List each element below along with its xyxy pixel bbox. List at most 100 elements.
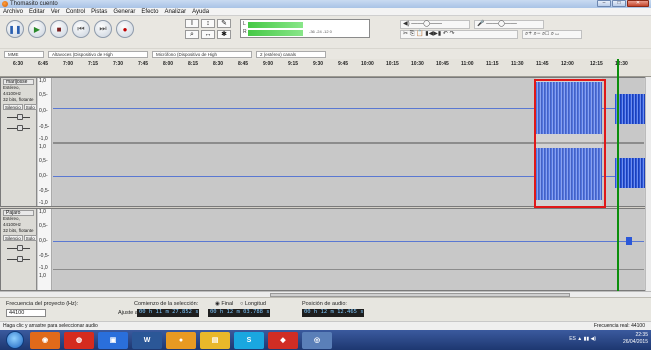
- start-button[interactable]: [6, 331, 24, 349]
- menu-control[interactable]: Control: [66, 9, 85, 15]
- mute-button[interactable]: Silencio: [3, 104, 23, 110]
- skip-to-end-button[interactable]: ⏭: [94, 20, 112, 38]
- menu-pistas[interactable]: Pistas: [91, 9, 107, 15]
- gain-slider-thumb[interactable]: [17, 245, 23, 251]
- ruler-tick: 12:00: [561, 61, 574, 67]
- record-button[interactable]: ●: [116, 20, 134, 38]
- output-device-select[interactable]: Altavoces (Dispositivo de High: [48, 50, 148, 58]
- ruler-tick: 11:15: [486, 61, 499, 67]
- tray-icons[interactable]: ES ▲ ▮▮ ◀): [569, 336, 596, 342]
- ruler-tick: 8:00: [163, 61, 174, 67]
- language-indicator[interactable]: ES: [569, 336, 576, 342]
- meter-right-bar: [248, 30, 303, 36]
- volume-and-edit-toolbar: ◀) ——◯—— 🎤 ——◯—— ✂ ⎘ 📋 ▮◀▶▮ ↶ ↷ ⌕+ ⌕− ⌕□…: [400, 19, 630, 39]
- pan-slider[interactable]: [3, 124, 34, 132]
- level-meter[interactable]: L R -36 -24 -12 0: [240, 19, 370, 38]
- menu-ayuda[interactable]: Ayuda: [192, 9, 209, 15]
- minimize-button[interactable]: –: [597, 0, 611, 7]
- audio-position-time[interactable]: 00 h 12 m 12.465 s: [302, 309, 364, 317]
- chrome-taskbar-icon[interactable]: ●: [166, 331, 196, 349]
- zoom-buttons[interactable]: ⌕+ ⌕− ⌕□ ⌕↔: [522, 30, 582, 39]
- record-volume-slider[interactable]: 🎤 ——◯——: [474, 20, 544, 29]
- gain-slider-thumb[interactable]: [17, 114, 23, 120]
- play-button[interactable]: ▶: [28, 20, 46, 38]
- final-radio[interactable]: ◉ Final: [215, 301, 233, 307]
- length-radio[interactable]: ○ Longitud: [240, 301, 266, 307]
- system-clock[interactable]: 22:35 26/04/2015: [623, 332, 648, 346]
- audio-track-2[interactable]: Pajaro Estéreo, 44100Hz 32 bits, flotant…: [0, 208, 651, 291]
- selection-tool[interactable]: I: [185, 19, 199, 28]
- real-rate: Frecuencia real: 44100: [593, 323, 645, 329]
- menu-editar[interactable]: Editar: [29, 9, 45, 15]
- scale-label: 0,5-: [39, 92, 48, 98]
- waveform-area[interactable]: [53, 209, 644, 290]
- mute-button[interactable]: Silencio: [3, 235, 23, 241]
- playhead-cursor[interactable]: [617, 59, 619, 301]
- selection-start-time[interactable]: 00 h 11 m 27.852 s: [137, 309, 199, 317]
- stop-button[interactable]: ■: [50, 20, 68, 38]
- timeline-ruler[interactable]: 6:30 6:45 7:00 7:15 7:30 7:45 8:00 8:15 …: [0, 59, 651, 77]
- maximize-button[interactable]: □: [612, 0, 626, 7]
- scale-label: 0,0-: [39, 108, 48, 114]
- audio-position-label: Posición de audio:: [302, 301, 347, 307]
- scale-label: -0,5-: [39, 124, 50, 130]
- centerline: [53, 241, 644, 242]
- pan-slider[interactable]: [3, 255, 34, 263]
- envelope-tool[interactable]: ↕: [201, 19, 215, 28]
- track-bits: 32 bits, flotante: [3, 228, 34, 233]
- close-button[interactable]: ✕: [627, 0, 649, 7]
- pan-slider-thumb[interactable]: [17, 256, 23, 262]
- window-title: Thomasito cuento: [10, 1, 58, 7]
- edit-buttons[interactable]: ✂ ⎘ 📋 ▮◀▶▮ ↶ ↷: [400, 30, 518, 39]
- explorer-taskbar-icon[interactable]: ▣: [98, 331, 128, 349]
- selection-marker: [534, 79, 606, 208]
- amplitude-scale: 1,0 0,5- 0,0- -0,5- -1,0 1,0 0,5- 0,0- -…: [38, 78, 52, 206]
- playback-volume-slider[interactable]: ◀) ——◯——: [400, 20, 470, 29]
- word-taskbar-icon[interactable]: W: [132, 331, 162, 349]
- ruler-tick: 6:30: [13, 61, 24, 67]
- vertical-scrollbar[interactable]: [645, 77, 651, 301]
- app-taskbar-icon[interactable]: ◎: [302, 331, 332, 349]
- track-control-panel: Pajaro Estéreo, 44100Hz 32 bits, flotant…: [1, 209, 37, 290]
- selection-end-time[interactable]: 00 h 12 m 03.788 s: [208, 309, 270, 317]
- status-hint: Haga clic y arrastre para seleccionar au…: [3, 323, 98, 329]
- solo-button[interactable]: Solo: [23, 235, 37, 241]
- input-device-select[interactable]: Micrófono (Dispositivo de High: [152, 50, 252, 58]
- menu-archivo[interactable]: Archivo: [3, 9, 23, 15]
- solo-button[interactable]: Solo: [23, 104, 37, 110]
- input-channels-select[interactable]: 2 (estéreo) canals: [256, 50, 326, 58]
- track-format: Estéreo, 44100Hz: [3, 85, 22, 96]
- device-toolbar: MME Altavoces (Dispositivo de High Micró…: [0, 48, 651, 59]
- menu-analizar[interactable]: Analizar: [164, 9, 186, 15]
- ruler-tick: 9:00: [263, 61, 274, 67]
- track-control-panel: marijosse Estéreo, 44100Hz 32 bits, flot…: [1, 78, 37, 206]
- skype-taskbar-icon[interactable]: S: [234, 331, 264, 349]
- office-taskbar-icon[interactable]: ◍: [64, 331, 94, 349]
- project-rate-select[interactable]: 44100: [6, 309, 46, 317]
- selection-start-label: Comienzo de la selección:: [134, 301, 199, 307]
- audio-host-select[interactable]: MME: [4, 50, 44, 58]
- gain-slider[interactable]: [3, 113, 34, 121]
- menu-generar[interactable]: Generar: [113, 9, 135, 15]
- snap-to-label: Ajuste a: [118, 310, 138, 316]
- ruler-tick: 10:15: [386, 61, 399, 67]
- draw-tool[interactable]: ✎: [217, 19, 231, 28]
- pan-slider-thumb[interactable]: [17, 125, 23, 131]
- multi-tool[interactable]: ✱: [217, 30, 231, 39]
- timeshift-tool[interactable]: ↔: [201, 30, 215, 39]
- zoom-tool[interactable]: ⌕: [185, 30, 199, 39]
- media-taskbar-icon[interactable]: ◆: [268, 331, 298, 349]
- gain-slider[interactable]: [3, 244, 34, 252]
- selection-toolbar: Frecuencia del proyecto (Hz): 44100 Ajus…: [0, 297, 651, 321]
- pause-button[interactable]: ❚❚: [6, 20, 24, 38]
- ruler-tick: 6:45: [38, 61, 49, 67]
- ruler-tick: 8:45: [238, 61, 249, 67]
- menu-ver[interactable]: Ver: [51, 9, 60, 15]
- meter-right-label: R: [243, 29, 247, 35]
- audacity-taskbar-icon[interactable]: ◉: [30, 331, 60, 349]
- skip-to-start-button[interactable]: ⏮: [72, 20, 90, 38]
- menu-efecto[interactable]: Efecto: [141, 9, 158, 15]
- ruler-tick: 10:45: [436, 61, 449, 67]
- clock-time: 22:35: [635, 332, 648, 338]
- folder-taskbar-icon[interactable]: ▤: [200, 331, 230, 349]
